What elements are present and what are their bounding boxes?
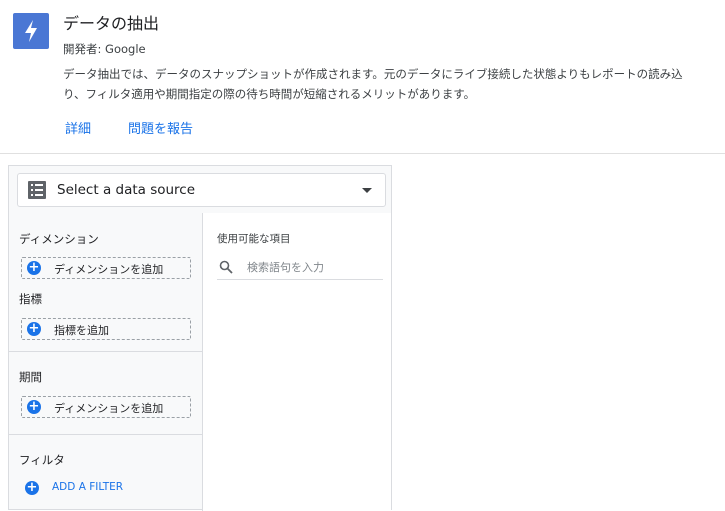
field-search-input[interactable] bbox=[245, 257, 379, 277]
date-range-label: 期間 bbox=[19, 370, 42, 384]
page-title: データの抽出 bbox=[63, 14, 160, 33]
fields-column: ディメンション + ディメンションを追加 指標 + 指標を追加 期間 + ディメ… bbox=[9, 213, 202, 511]
plus-icon: + bbox=[27, 260, 41, 275]
add-metric-button[interactable]: + 指標を追加 bbox=[21, 318, 191, 340]
details-link[interactable]: 詳細 bbox=[65, 118, 91, 137]
search-icon bbox=[219, 259, 233, 278]
plus-icon: + bbox=[27, 321, 41, 336]
dimension-label: ディメンション bbox=[19, 232, 99, 246]
data-source-label: Select a data source bbox=[57, 182, 196, 198]
field-search bbox=[217, 255, 383, 280]
plus-icon: + bbox=[27, 399, 41, 414]
table-icon bbox=[28, 181, 46, 203]
description: データ抽出では、データのスナップショットが作成されます。元のデータにライブ接続し… bbox=[63, 64, 725, 104]
metric-label: 指標 bbox=[19, 292, 42, 306]
developer-label: 開発者: Google bbox=[63, 42, 146, 56]
config-panel: Select a data source ディメンション + ディメンションを追… bbox=[8, 165, 392, 511]
section-divider bbox=[9, 434, 202, 435]
available-fields-title: 使用可能な項目 bbox=[217, 233, 291, 245]
header-divider bbox=[0, 153, 725, 154]
data-source-select[interactable]: Select a data source bbox=[17, 173, 386, 207]
plus-icon: + bbox=[25, 480, 39, 495]
add-metric-label: 指標を追加 bbox=[54, 324, 109, 337]
add-dimension-button[interactable]: + ディメンションを追加 bbox=[21, 257, 191, 279]
report-issue-link[interactable]: 問題を報告 bbox=[128, 118, 193, 137]
available-fields-panel: 使用可能な項目 bbox=[202, 213, 391, 511]
lightning-bolt-icon bbox=[13, 13, 49, 49]
add-date-dimension-label: ディメンションを追加 bbox=[54, 402, 164, 415]
dropdown-arrow-icon bbox=[362, 188, 372, 193]
filter-label: フィルタ bbox=[19, 453, 65, 467]
add-date-dimension-button[interactable]: + ディメンションを追加 bbox=[21, 396, 191, 418]
add-filter-label: ADD A FILTER bbox=[52, 481, 124, 493]
add-dimension-label: ディメンションを追加 bbox=[54, 263, 164, 276]
section-divider bbox=[9, 351, 202, 352]
description-line: り、フィルタ適用や期間指定の際の待ち時間が短縮されるメリットがあります。 bbox=[63, 87, 476, 101]
description-line: データ抽出では、データのスナップショットが作成されます。元のデータにライブ接続し… bbox=[63, 67, 683, 81]
